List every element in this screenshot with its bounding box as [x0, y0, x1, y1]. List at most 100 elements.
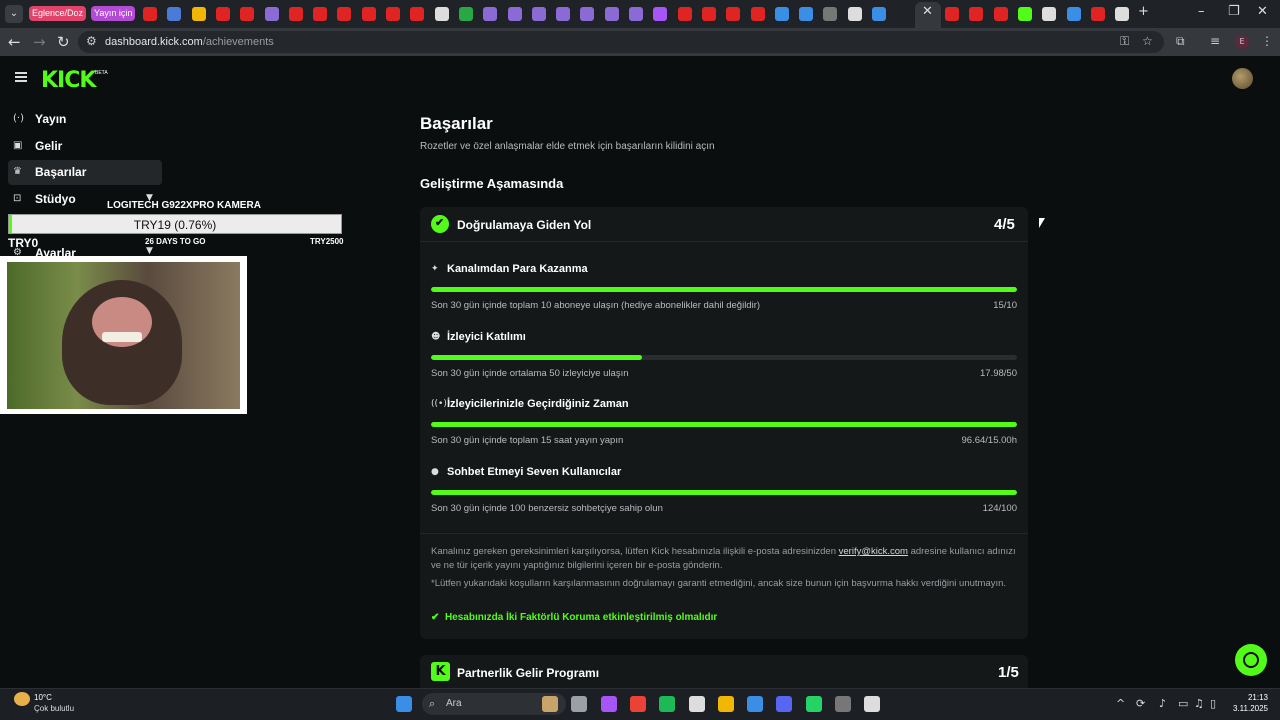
kick-logo[interactable]: KICK — [41, 68, 96, 93]
tab-favicon-icon[interactable] — [240, 7, 255, 21]
tab-favicon-icon[interactable] — [677, 7, 692, 21]
weather-temp[interactable]: 10°C — [34, 693, 52, 702]
tab-favicon-icon[interactable] — [143, 7, 157, 21]
tab-favicon-icon[interactable] — [629, 7, 643, 21]
taskbar-app-icon[interactable] — [835, 696, 851, 712]
display-icon[interactable]: ▭ — [1178, 697, 1188, 710]
back-icon[interactable]: ← — [8, 33, 21, 51]
maximize-icon[interactable]: ❐ — [1228, 4, 1240, 19]
requirement-title: İzleyicilerinizle Geçirdiğiniz Zaman — [447, 398, 629, 410]
minimize-icon[interactable]: – — [1198, 4, 1205, 19]
tab-favicon-icon[interactable] — [434, 7, 449, 21]
close-window-icon[interactable]: ✕ — [1257, 4, 1268, 19]
headset-icon — [1243, 652, 1259, 668]
tab-favicon-icon[interactable] — [774, 7, 789, 21]
tab-favicon-icon[interactable] — [993, 7, 1008, 21]
tab-favicon-icon[interactable] — [1066, 7, 1081, 21]
tab-favicon-icon[interactable] — [507, 7, 522, 21]
requirement-progress-bar — [431, 354, 1017, 360]
tab-favicon-icon[interactable] — [872, 7, 886, 21]
tab-favicon-icon[interactable] — [458, 7, 473, 21]
tab-favicon-icon[interactable] — [215, 7, 230, 21]
media-icon[interactable]: ≡ — [1210, 34, 1220, 48]
tab-group-yayin[interactable]: Yayın için — [91, 6, 136, 21]
tab-favicon-icon[interactable] — [653, 7, 668, 21]
forward-icon[interactable]: → — [33, 33, 46, 51]
site-info-icon[interactable]: ⚙ — [86, 34, 97, 48]
tab-favicon-icon[interactable] — [167, 7, 182, 21]
user-avatar[interactable] — [1232, 68, 1253, 89]
tab-favicon-icon[interactable] — [1115, 7, 1130, 21]
new-tab-icon[interactable]: + — [1138, 4, 1149, 19]
taskbar-app-icon[interactable] — [571, 696, 588, 712]
tab-favicon-icon[interactable] — [483, 7, 498, 21]
profile-icon[interactable]: E — [1235, 35, 1249, 49]
sync-icon[interactable]: ⟳ — [1136, 697, 1145, 710]
close-tab-icon[interactable]: ✕ — [922, 4, 933, 19]
weather-icon[interactable] — [14, 692, 30, 706]
key-icon[interactable]: ⚿ — [1120, 34, 1129, 49]
hamburger-menu-icon[interactable] — [15, 72, 27, 82]
tab-favicon-icon[interactable] — [945, 7, 959, 21]
check-icon: ✔ — [431, 612, 440, 623]
tab-favicon-icon[interactable] — [750, 7, 765, 21]
tab-favicon-icon[interactable] — [1017, 7, 1032, 21]
tab-favicon-icon[interactable] — [969, 7, 984, 21]
tab-favicon-icon[interactable] — [361, 7, 376, 21]
taskbar-app-icon[interactable] — [542, 696, 558, 712]
menu-icon[interactable]: ⋮ — [1261, 34, 1273, 48]
clock-time[interactable]: 21:13 — [1232, 693, 1268, 702]
taskbar-app-icon[interactable] — [717, 696, 734, 712]
two-factor-requirement: ✔ Hesabınızda İki Faktörlü Koruma etkinl… — [431, 612, 718, 623]
verify-disclaimer: *Lütfen yukarıdaki koşulların karşılanma… — [431, 578, 1007, 589]
tab-favicon-icon[interactable] — [556, 7, 571, 21]
taskbar-app-icon[interactable] — [864, 696, 881, 712]
tab-favicon-icon[interactable] — [847, 7, 862, 21]
taskbar-app-icon[interactable] — [659, 696, 676, 712]
verify-email-link[interactable]: verify@kick.com — [839, 546, 908, 557]
clock-date[interactable]: 3.11.2025 — [1220, 704, 1268, 713]
tab-favicon-icon[interactable] — [313, 7, 328, 21]
tab-favicon-icon[interactable] — [799, 7, 814, 21]
bookmark-star-icon[interactable]: ☆ — [1142, 34, 1153, 48]
tab-favicon-icon[interactable] — [823, 7, 838, 21]
taskbar-app-icon[interactable] — [805, 696, 822, 712]
tab-search-dropdown-icon[interactable]: ⌄ — [5, 5, 23, 23]
tab-favicon-icon[interactable] — [580, 7, 595, 21]
requirement-desc: Son 30 gün içinde ortalama 50 izleyiciye… — [431, 367, 629, 379]
tab-favicon-icon[interactable] — [264, 7, 279, 21]
tab-favicon-icon[interactable] — [1090, 7, 1105, 21]
tab-favicon-icon[interactable] — [410, 7, 425, 21]
url-text[interactable]: dashboard.kick.com/achievements — [105, 36, 274, 48]
sidebar-item-yayin[interactable]: (·) Yayın — [8, 107, 162, 132]
tab-favicon-icon[interactable] — [726, 7, 741, 21]
mic-icon[interactable]: ♪ — [1159, 697, 1166, 710]
reload-icon[interactable]: ↻ — [57, 33, 70, 51]
taskbar-app-icon[interactable] — [629, 696, 646, 712]
extensions-icon[interactable]: ⧉ — [1176, 34, 1185, 49]
taskbar-app-icon[interactable] — [600, 696, 617, 712]
tab-favicon-icon[interactable] — [337, 7, 352, 21]
battery-icon[interactable]: ▯ — [1210, 697, 1216, 710]
tab-favicon-icon[interactable] — [701, 7, 716, 21]
tab-favicon-icon[interactable] — [191, 7, 206, 21]
taskbar-app-icon[interactable] — [747, 696, 764, 712]
tray-chevron-icon[interactable]: ^ — [1116, 697, 1125, 710]
tab-group-eglence[interactable]: Eglence/Doz — [29, 6, 87, 21]
tab-favicon-icon[interactable] — [386, 7, 400, 21]
sidebar-item-basarilar[interactable]: ♛ Başarılar — [8, 160, 162, 185]
tab-favicon-icon[interactable] — [1042, 7, 1057, 21]
tab-favicon-icon[interactable] — [531, 7, 546, 21]
sidebar-item-label: Stüdyo — [35, 192, 76, 206]
requirement-progress-fill — [431, 287, 1017, 292]
weather-desc[interactable]: Çok bulutlu — [34, 704, 74, 713]
taskbar-app-icon[interactable] — [776, 696, 793, 712]
tab-favicon-icon[interactable] — [288, 7, 303, 21]
sidebar-item-gelir[interactable]: ▣ Gelir — [8, 134, 162, 159]
tab-favicon-icon[interactable] — [604, 7, 619, 21]
help-button[interactable] — [1235, 644, 1267, 676]
taskbar-app-icon[interactable] — [688, 696, 705, 712]
start-icon[interactable] — [396, 696, 412, 712]
volume-icon[interactable]: ♫ — [1194, 697, 1204, 710]
requirement-value: 15/10 — [993, 300, 1017, 311]
